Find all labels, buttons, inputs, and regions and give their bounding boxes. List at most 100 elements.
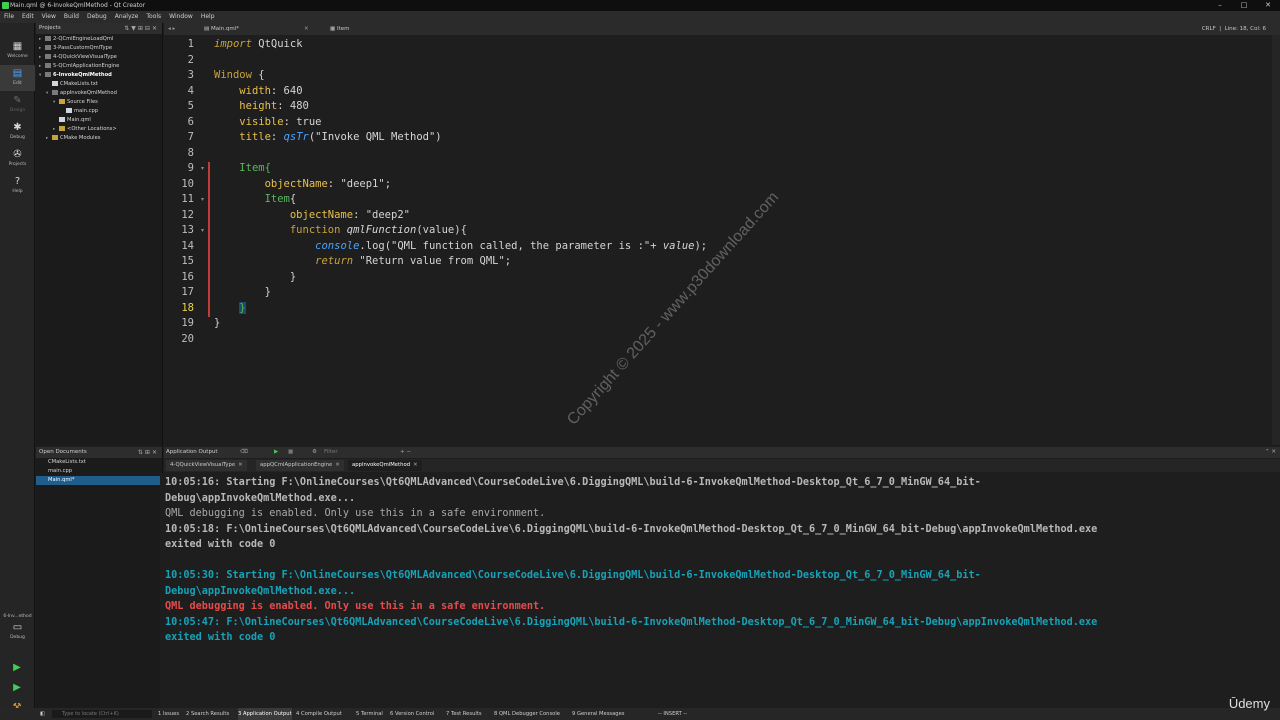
open-document-item[interactable]: Main.qml* [36,476,162,485]
fold-toggle-icon[interactable]: ▾ [201,196,204,203]
output-tab[interactable]: appQCmlApplicationEngine ✕ [256,460,344,471]
status-tab[interactable]: 7 Test Results [446,708,482,720]
projects-panel: Projects ⇅▼⊞⊟✕ ▸ 2-QCmlEngineLoadQml ▸ 3-Pa… [36,23,163,446]
close-button[interactable]: ✕ [1256,0,1280,11]
tree-item[interactable]: ▾ appInvokeQmlMethod [36,89,162,98]
tree-item-label: 4-QQuickViewVisualType [53,54,117,60]
filter-input[interactable]: Filter [324,447,338,458]
menu-analyze[interactable]: Analyze [111,11,143,23]
tree-item[interactable]: CMakeLists.txt [36,80,162,89]
status-tab[interactable]: 8 QML Debugger Console [494,708,560,720]
menu-edit[interactable]: Edit [18,11,38,23]
mode-bar: ▦ Welcome ▤ Edit ✎ Design ✱ Debug ✇ Projects … [0,23,35,720]
mode-edit[interactable]: ▤ Edit [0,65,35,91]
line-number: 12 [181,208,194,221]
panel-tools-icon[interactable]: ⇅▼⊞⊟✕ [124,23,159,34]
tree-item[interactable]: ▸ 2-QCmlEngineLoadQml [36,35,162,44]
code-token: QtQuick [251,38,303,50]
tree-item-label: CMakeLists.txt [60,81,98,87]
stop-icon[interactable]: ■ [288,447,293,458]
mode-projects[interactable]: ✇ Projects [0,146,35,172]
tree-item[interactable]: ▸ 4-QQuickViewVisualType [36,53,162,62]
status-tab[interactable]: 3 Application Output [238,708,292,720]
project-icon [45,45,51,50]
tree-item[interactable]: ▸ CMake Modules [36,134,162,143]
open-document-item[interactable]: CMakeLists.txt [36,458,162,467]
code-token: objectName [264,177,328,190]
code-token: : true [283,115,322,128]
close-tab-icon[interactable]: ✕ [413,462,417,468]
nav-arrows-icon[interactable]: ◂ ▸ [168,23,175,35]
code-editor[interactable]: 1 2 3 4 5 6 7 8 9 ▾ 10 11 ▾ 12 13 ▾ 14 15 16 17 18 19 20 impor… [164,35,1272,445]
close-tab-icon[interactable]: ✕ [335,462,339,468]
open-document-item[interactable]: main.cpp [36,467,162,476]
output-line: Debug\appInvokeQmlMethod.exe... [165,585,356,597]
projects-panel-header: Projects ⇅▼⊞⊟✕ [36,23,162,34]
zoom-controls-icon[interactable]: + − [400,447,411,458]
file-icon [59,117,65,122]
output-tab-label: appQCmlApplicationEngine [260,462,333,468]
line-number: 13 [181,224,194,236]
application-output[interactable]: 10:05:16: Starting F:\OnlineCourses\Qt6Q… [160,473,1272,708]
menu-window[interactable]: Window [165,11,197,23]
tree-item[interactable]: ▸ <Other Locations> [36,125,162,134]
menu-build[interactable]: Build [60,11,83,23]
menu-debug[interactable]: Debug [83,11,111,23]
settings-gear-icon[interactable]: ⚙ [312,447,317,458]
status-tab[interactable]: 6 Version Control [390,708,434,720]
symbol-selector[interactable]: ▦ Item [330,23,349,35]
output-tab[interactable]: 4-QQuickViewVisualType ✕ [166,460,247,471]
mode-welcome[interactable]: ▦ Welcome [0,38,35,64]
status-tab[interactable]: 9 General Messages [572,708,624,720]
tree-item[interactable]: ▸ 5-QCmlApplicationEngine [36,62,162,71]
mode-debug[interactable]: ✱ Debug [0,119,35,145]
locator-input[interactable]: Type to locate (Ctrl+K) [52,710,152,718]
status-bar: ◧ Type to locate (Ctrl+K) 1 Issues 2 Sear… [0,708,1280,720]
close-tab-icon[interactable]: ✕ [238,462,242,468]
mode-design[interactable]: ✎ Design [0,92,35,118]
menu-help[interactable]: Help [197,11,219,23]
sidebar-toggle-icon[interactable]: ◧ [40,708,45,720]
clear-output-icon[interactable]: ⌫ [240,447,248,458]
tree-item[interactable]: main.cpp [36,107,162,116]
status-tab[interactable]: 5 Terminal [356,708,383,720]
tree-item[interactable]: Main.qml [36,116,162,125]
debug-run-button[interactable]: ▶ [8,681,26,695]
udemy-logo: Ūdemy [1228,696,1270,711]
qt-creator-logo-icon [2,2,9,9]
output-line: 10:05:30: Starting F:\OnlineCourses\Qt6Q… [165,570,981,581]
tree-item-label: 5-QCmlApplicationEngine [53,63,120,69]
maximize-pane-icon[interactable]: ⌃ ✕ [1265,447,1276,458]
fold-toggle-icon[interactable]: ▾ [201,165,204,172]
tree-item[interactable]: ▾ Source Files [36,98,162,107]
tree-item[interactable]: ▸ 3-PassCustomQmlType [36,44,162,53]
code-token: { [264,162,271,174]
minimize-button[interactable]: – [1208,0,1232,11]
panel-tools-icon[interactable]: ⇅⊞✕ [138,447,159,458]
mode-help[interactable]: ? Help [0,173,35,199]
status-tab[interactable]: 4 Compile Output [296,708,342,720]
tree-item[interactable]: ▾ 6-InvokeQmlMethod [36,71,162,80]
file-tab[interactable]: ▤ Main.qml* [204,23,239,35]
kit-selector[interactable]: 6-Inv...ethod ▭ Debug [0,612,35,652]
status-tab[interactable]: 2 Search Results [186,708,229,720]
change-marker [208,162,210,317]
close-file-icon[interactable]: ✕ [304,23,309,35]
code-token: title [239,131,271,143]
rerun-icon[interactable]: ▶ [274,447,278,458]
editor-scrollbar[interactable] [1272,35,1280,445]
menu-view[interactable]: View [38,11,60,23]
line-number: 6 [187,115,194,128]
status-tab[interactable]: 1 Issues [158,708,179,720]
maximize-button[interactable]: □ [1232,0,1256,11]
output-line: Debug\appInvokeQmlMethod.exe... [165,492,356,504]
output-tab[interactable]: appInvokeQmlMethod ✕ [348,460,422,471]
code-token: { [251,69,265,81]
menu-tools[interactable]: Tools [142,11,165,23]
run-button[interactable]: ▶ [8,661,26,675]
tree-item-label: 6-InvokeQmlMethod [53,72,112,78]
menu-file[interactable]: File [0,11,18,23]
fold-toggle-icon[interactable]: ▾ [201,227,204,234]
